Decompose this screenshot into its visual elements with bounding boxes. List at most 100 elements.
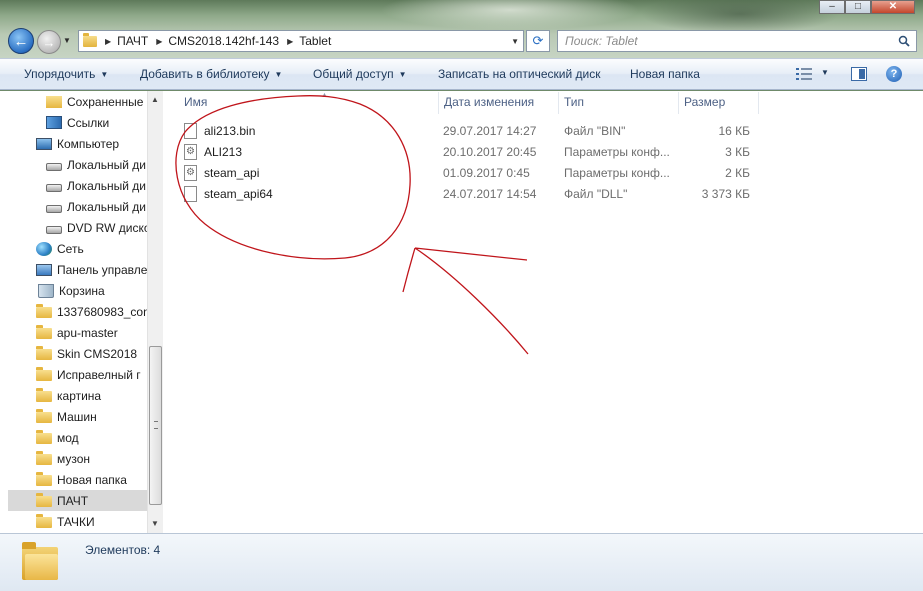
system-drive-icon bbox=[46, 162, 62, 171]
maximize-button[interactable]: □ bbox=[845, 0, 871, 14]
scroll-up-icon[interactable]: ▲ bbox=[151, 95, 159, 104]
sidebar-item-label: apu-master bbox=[57, 325, 118, 340]
column-header-type[interactable]: Тип bbox=[564, 95, 584, 111]
forward-button[interactable]: → bbox=[37, 30, 61, 54]
sidebar-item[interactable]: Локальный ди bbox=[8, 175, 147, 196]
sidebar-item-label: Сохраненные bbox=[67, 94, 144, 109]
sidebar-item-label: 1337680983_cont bbox=[57, 304, 147, 319]
organize-button[interactable]: Упорядочить ▼ bbox=[24, 67, 108, 81]
file-row[interactable]: ALI213 20.10.2017 20:45 Параметры конф... 3… bbox=[180, 142, 754, 163]
column-divider[interactable] bbox=[558, 92, 559, 114]
sidebar-item-label: ТАЧКИ bbox=[57, 514, 95, 529]
file-type: Параметры конф... bbox=[564, 145, 670, 159]
address-bar[interactable]: ▶ ПАЧТ ▶ CMS2018.142hf-143 ▶ Tablet ▼ bbox=[78, 30, 524, 52]
column-divider[interactable] bbox=[438, 92, 439, 114]
column-name-label: Имя bbox=[184, 95, 208, 109]
breadcrumb-item[interactable]: CMS2018.142hf-143 bbox=[168, 34, 279, 48]
sidebar-item[interactable]: Машин bbox=[8, 406, 147, 427]
grip-icon bbox=[154, 421, 158, 429]
sidebar-item[interactable]: Новая папка bbox=[8, 469, 147, 490]
recycle-bin-icon bbox=[38, 283, 54, 298]
saved-searches-icon bbox=[46, 95, 62, 108]
column-header-size[interactable]: Размер bbox=[684, 95, 725, 111]
sidebar-item[interactable]: Skin CMS2018 bbox=[8, 343, 147, 364]
sidebar-item[interactable]: 1337680983_cont bbox=[8, 301, 147, 322]
sidebar-item[interactable]: Компьютер bbox=[8, 133, 147, 154]
folder-icon bbox=[36, 430, 52, 444]
chevron-down-icon: ▼ bbox=[398, 70, 407, 79]
breadcrumb-item[interactable]: Tablet bbox=[299, 34, 331, 48]
view-options-icon[interactable] bbox=[796, 67, 812, 81]
file-row[interactable]: steam_api 01.09.2017 0:45 Параметры конф..… bbox=[180, 163, 754, 184]
sidebar-scrollbar[interactable]: ▲ ▼ bbox=[147, 91, 163, 533]
file-type: Файл "BIN" bbox=[564, 124, 626, 138]
details-pane: Элементов: 4 bbox=[0, 533, 923, 591]
folder-icon bbox=[22, 542, 58, 580]
arrow-right-icon: → bbox=[42, 34, 56, 50]
share-button[interactable]: Общий доступ ▼ bbox=[313, 67, 407, 81]
sidebar-item[interactable]: apu-master bbox=[8, 322, 147, 343]
minimize-button[interactable]: – bbox=[819, 0, 845, 14]
file-row[interactable]: steam_api64 24.07.2017 14:54 Файл "DLL" 3 3… bbox=[180, 184, 754, 205]
breadcrumb-separator-icon[interactable]: ▶ bbox=[287, 37, 293, 46]
sidebar-item[interactable]: Сохраненные bbox=[8, 91, 147, 112]
file-row[interactable]: ali213.bin 29.07.2017 14:27 Файл "BIN" 16 К… bbox=[180, 121, 754, 142]
close-button[interactable]: ✕ bbox=[871, 0, 915, 14]
back-button[interactable]: ← bbox=[8, 28, 34, 54]
sidebar-item[interactable]: музон bbox=[8, 448, 147, 469]
chevron-down-icon: ▼ bbox=[100, 70, 109, 79]
breadcrumb-separator-icon[interactable]: ▶ bbox=[105, 37, 111, 46]
sidebar-item-label: Новая папка bbox=[57, 472, 127, 487]
navigation-bar: ← → ▼ ▶ ПАЧТ ▶ CMS2018.142hf-143 ▶ Table… bbox=[0, 26, 923, 56]
file-icon bbox=[184, 123, 197, 139]
share-label: Общий доступ bbox=[313, 67, 394, 81]
sidebar-item[interactable]: ТАЧКИ bbox=[8, 511, 147, 532]
new-folder-button[interactable]: Новая папка bbox=[630, 67, 700, 81]
sidebar-item[interactable]: DVD RW диско bbox=[8, 217, 147, 238]
column-divider[interactable] bbox=[678, 92, 679, 114]
sidebar-item[interactable]: Ссылки bbox=[8, 112, 147, 133]
history-dropdown-icon[interactable]: ▼ bbox=[63, 36, 71, 45]
file-size: 2 КБ bbox=[725, 166, 750, 180]
column-size-label: Размер bbox=[684, 95, 726, 109]
breadcrumb-separator-icon[interactable]: ▶ bbox=[156, 37, 162, 46]
add-to-library-button[interactable]: Добавить в библиотеку ▼ bbox=[140, 67, 282, 81]
burn-button[interactable]: Записать на оптический диск bbox=[438, 67, 601, 81]
sidebar-item[interactable]: Панель управле bbox=[8, 259, 147, 280]
search-icon[interactable] bbox=[898, 35, 910, 47]
view-dropdown-icon[interactable]: ▼ bbox=[821, 68, 829, 77]
sidebar-item-label: Skin CMS2018 bbox=[57, 346, 138, 361]
column-header-date[interactable]: Дата изменения bbox=[444, 95, 534, 111]
scrollbar-thumb[interactable] bbox=[149, 346, 162, 505]
sidebar-item[interactable]: Корзина bbox=[8, 280, 147, 301]
breadcrumb-item[interactable]: ПАЧТ bbox=[117, 34, 148, 48]
sidebar-item[interactable]: картина bbox=[8, 385, 147, 406]
help-icon[interactable]: ? bbox=[886, 66, 902, 82]
sidebar-item-label: ПАЧТ bbox=[57, 493, 89, 508]
folder-icon bbox=[36, 451, 52, 465]
file-size: 16 КБ bbox=[718, 124, 750, 138]
sidebar-item[interactable]: Локальный ди bbox=[8, 196, 147, 217]
preview-pane-icon[interactable] bbox=[851, 67, 867, 81]
drive-icon bbox=[46, 183, 62, 192]
burn-label: Записать на оптический диск bbox=[438, 67, 601, 81]
file-date: 24.07.2017 14:54 bbox=[443, 187, 537, 201]
arrow-left-icon: ← bbox=[13, 32, 29, 50]
scroll-down-icon[interactable]: ▼ bbox=[151, 519, 159, 528]
config-file-icon bbox=[184, 165, 197, 181]
search-input[interactable]: Поиск: Tablet bbox=[557, 30, 917, 52]
sidebar-item-label: Локальный ди bbox=[67, 199, 146, 214]
sidebar-item-label: мод bbox=[57, 430, 79, 445]
explorer-main: Сохраненные Ссылки Компьютер Локальный ди Ло… bbox=[0, 91, 923, 533]
address-dropdown-icon[interactable]: ▼ bbox=[511, 37, 519, 46]
column-divider[interactable] bbox=[758, 92, 759, 114]
sidebar-item[interactable]: Сеть bbox=[8, 238, 147, 259]
add-to-library-label: Добавить в библиотеку bbox=[140, 67, 270, 81]
sidebar-item[interactable]: мод bbox=[8, 427, 147, 448]
sidebar-item[interactable]: Локальный ди bbox=[8, 154, 147, 175]
refresh-button[interactable]: ⟳ bbox=[526, 30, 550, 52]
sidebar-item[interactable]: Исправелный г bbox=[8, 364, 147, 385]
search-placeholder: Поиск: Tablet bbox=[565, 34, 638, 48]
column-header-name[interactable]: Имя ▲ bbox=[184, 92, 328, 111]
sidebar-item[interactable]: ПАЧТ bbox=[8, 490, 147, 511]
